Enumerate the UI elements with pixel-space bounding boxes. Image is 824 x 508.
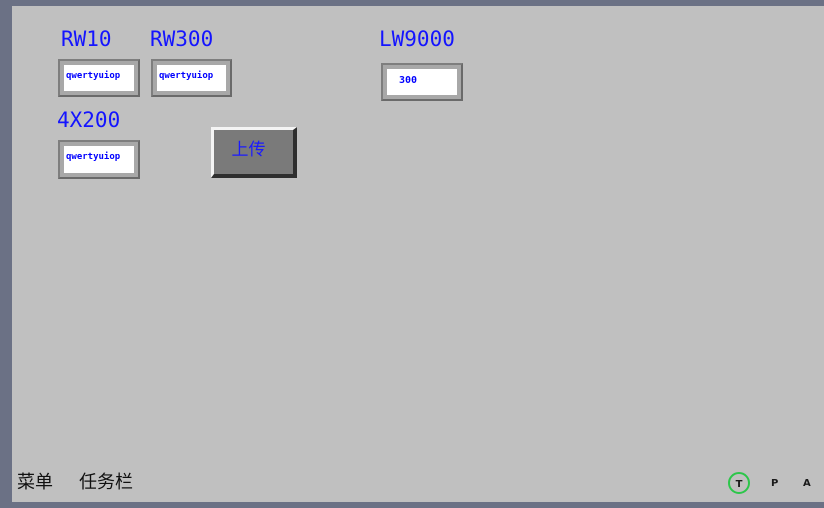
rw10-value: qwertyuiop: [64, 65, 134, 91]
status-p-indicator[interactable]: P: [771, 478, 778, 490]
rw300-label: RW300: [150, 27, 214, 51]
hmi-screen: RW10 RW300 LW9000 4X200 qwertyuiop qwert…: [12, 6, 824, 502]
rw10-field[interactable]: qwertyuiop: [58, 59, 140, 97]
4x200-field[interactable]: qwertyuiop: [58, 140, 140, 179]
hmi-frame: RW10 RW300 LW9000 4X200 qwertyuiop qwert…: [0, 0, 824, 508]
4x200-label: 4X200: [57, 108, 121, 132]
taskbar-button[interactable]: 任务栏: [79, 472, 133, 494]
4x200-value: qwertyuiop: [64, 146, 134, 173]
rw300-value: qwertyuiop: [157, 65, 226, 91]
status-t-letter: T: [735, 479, 743, 490]
status-t-indicator[interactable]: T: [728, 472, 750, 494]
lw9000-field[interactable]: 300: [381, 63, 463, 101]
rw10-label: RW10: [61, 27, 112, 51]
status-a-indicator[interactable]: A: [803, 478, 811, 490]
lw9000-label: LW9000: [379, 27, 455, 51]
upload-button[interactable]: 上传: [211, 127, 297, 178]
lw9000-value: 300: [387, 69, 457, 95]
rw300-field[interactable]: qwertyuiop: [151, 59, 232, 97]
menu-button[interactable]: 菜单: [17, 472, 53, 494]
